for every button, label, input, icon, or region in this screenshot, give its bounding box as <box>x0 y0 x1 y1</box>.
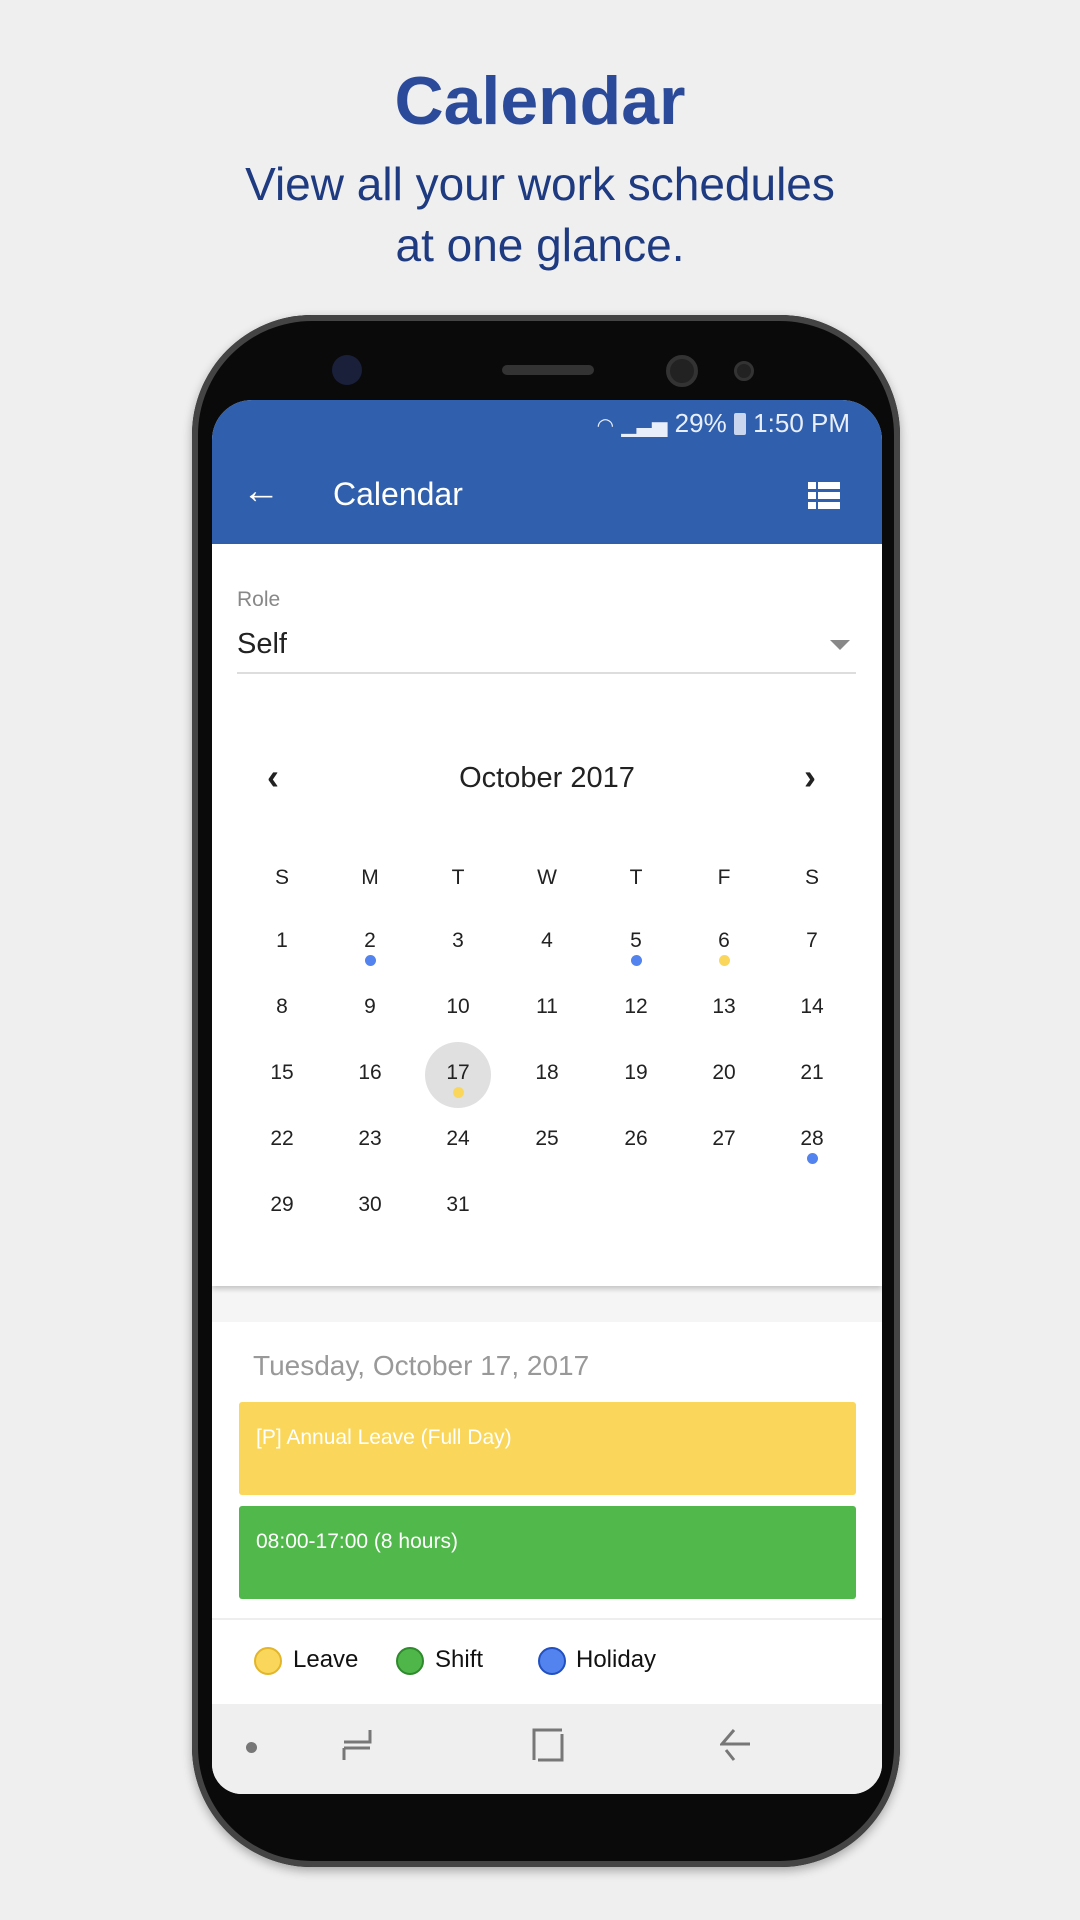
selected-date: Tuesday, October 17, 2017 <box>253 1350 590 1381</box>
leave-marker <box>719 955 730 966</box>
weekday-label: W <box>537 866 557 889</box>
calendar-day[interactable]: 27 <box>689 1127 759 1151</box>
calendar-day[interactable]: 24 <box>423 1127 493 1151</box>
calendar-day[interactable]: 25 <box>512 1127 582 1151</box>
promo-subtitle-line2: at one glance. <box>395 219 685 271</box>
holiday-marker <box>365 955 376 966</box>
promo-subtitle-line1: View all your work schedules <box>245 158 835 210</box>
leave-marker <box>453 1087 464 1098</box>
calendar-day[interactable]: 30 <box>335 1193 405 1217</box>
arrow-left-icon[interactable]: ← <box>242 470 280 513</box>
calendar-day[interactable]: 16 <box>335 1061 405 1085</box>
divider <box>237 672 856 674</box>
home-icon[interactable] <box>532 1728 564 1762</box>
calendar-day[interactable]: 5 <box>601 929 671 953</box>
promo-title: Calendar <box>394 63 686 139</box>
status-bar: ◠ ▁▃▅ 29% 1:50 PM <box>597 408 850 439</box>
month-title: October 2017 <box>459 762 635 794</box>
weekday-label: S <box>804 866 819 889</box>
calendar-card: Role Self October 2017 ‹ › SMTWTFS123456… <box>212 544 882 1286</box>
calendar-day[interactable]: 3 <box>423 929 493 953</box>
legend-label: Leave <box>293 1646 359 1673</box>
chevron-right-icon[interactable]: › <box>804 756 816 798</box>
calendar-day[interactable]: 13 <box>689 995 759 1019</box>
calendar-day[interactable]: 22 <box>247 1127 317 1151</box>
calendar-day[interactable]: 19 <box>601 1061 671 1085</box>
weekday-label: F <box>717 866 731 889</box>
role-dropdown[interactable]: Self <box>237 628 287 661</box>
weekday-label: T <box>451 866 465 889</box>
event-leave[interactable]: [P] Annual Leave (Full Day) <box>239 1402 856 1495</box>
calendar-day[interactable]: 1 <box>247 929 317 953</box>
calendar-day[interactable]: 9 <box>335 995 405 1019</box>
holiday-marker <box>807 1153 818 1164</box>
signal-icon: ▁▃▅ <box>621 415 668 437</box>
calendar-day[interactable]: 29 <box>247 1193 317 1217</box>
battery-level: 29% <box>674 408 727 438</box>
phone-screen: ◠ ▁▃▅ 29% 1:50 PM ← Calendar Role Self O… <box>212 400 882 1794</box>
sensor-icon <box>734 361 754 381</box>
calendar-day[interactable]: 31 <box>423 1193 493 1217</box>
wifi-icon: ◠ <box>596 415 615 437</box>
calendar-day[interactable]: 6 <box>689 929 759 953</box>
legend-label: Holiday <box>576 1646 657 1673</box>
calendar-day[interactable]: 28 <box>777 1127 847 1151</box>
holiday-marker <box>631 955 642 966</box>
calendar-day[interactable]: 23 <box>335 1127 405 1151</box>
page-title: Calendar <box>333 476 463 512</box>
day-details-card: Tuesday, October 17, 2017 [P] Annual Lea… <box>212 1322 882 1618</box>
weekday-label: T <box>629 866 643 889</box>
clock: 1:50 PM <box>753 408 850 438</box>
calendar-day[interactable]: 14 <box>777 995 847 1019</box>
sensor-icon <box>332 355 362 385</box>
calendar-day[interactable]: 8 <box>247 995 317 1019</box>
recents-icon[interactable] <box>342 1728 372 1762</box>
weekday-label: M <box>361 866 379 889</box>
back-icon[interactable] <box>720 1728 752 1762</box>
calendar-day[interactable]: 21 <box>777 1061 847 1085</box>
battery-icon <box>733 413 746 435</box>
app-bar: ◠ ▁▃▅ 29% 1:50 PM ← Calendar <box>212 400 882 544</box>
list-view-icon[interactable] <box>808 482 840 515</box>
dot-icon <box>246 1742 257 1753</box>
legend: Leave Shift Holiday <box>212 1618 882 1704</box>
calendar-day[interactable]: 10 <box>423 995 493 1019</box>
camera-icon <box>666 355 698 387</box>
shift-legend-swatch <box>396 1647 424 1675</box>
legend-label: Shift <box>435 1646 484 1673</box>
weekday-label: S <box>274 866 289 889</box>
chevron-left-icon[interactable]: ‹ <box>267 756 279 798</box>
speaker-grille <box>502 365 594 375</box>
role-label: Role <box>237 588 281 611</box>
calendar-day[interactable]: 4 <box>512 929 582 953</box>
leave-legend-swatch <box>254 1647 282 1675</box>
calendar-day[interactable]: 7 <box>777 929 847 953</box>
event-shift[interactable]: 08:00-17:00 (8 hours) <box>239 1506 856 1599</box>
calendar-day[interactable]: 12 <box>601 995 671 1019</box>
calendar-day[interactable]: 15 <box>247 1061 317 1085</box>
calendar-day[interactable]: 2 <box>335 929 405 953</box>
calendar-day[interactable]: 26 <box>601 1127 671 1151</box>
calendar-day[interactable]: 18 <box>512 1061 582 1085</box>
calendar-day[interactable]: 17 <box>423 1061 493 1085</box>
dropdown-arrow-icon[interactable] <box>830 640 850 650</box>
calendar-day[interactable]: 20 <box>689 1061 759 1085</box>
calendar-day[interactable]: 11 <box>512 995 582 1019</box>
system-nav-bar <box>212 1704 882 1794</box>
holiday-legend-swatch <box>538 1647 566 1675</box>
